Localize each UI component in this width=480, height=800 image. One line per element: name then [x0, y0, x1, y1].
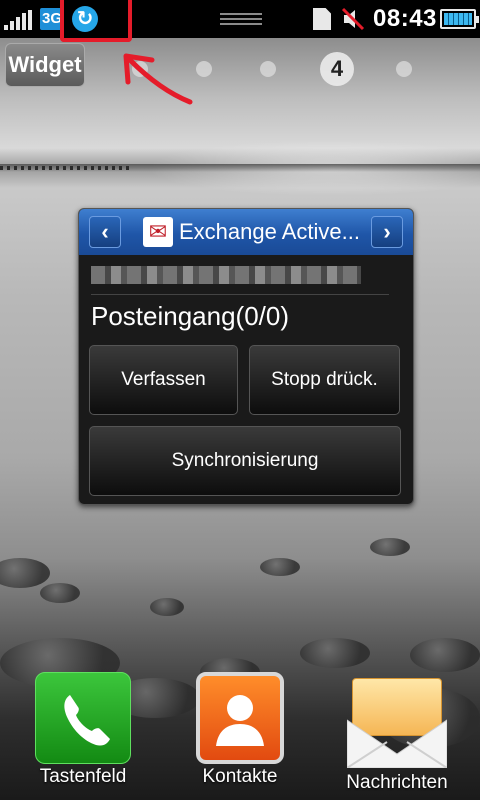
phone-icon[interactable]	[35, 672, 131, 764]
dock-item-phone[interactable]: Tastenfeld	[28, 672, 138, 788]
wallpaper-rock	[300, 638, 370, 668]
battery-icon	[440, 9, 479, 29]
dock-label: Tastenfeld	[39, 766, 127, 787]
wallpaper-rock	[0, 558, 50, 588]
page-indicator-dot[interactable]	[260, 61, 276, 77]
page-indicator-current[interactable]: 4	[320, 52, 354, 86]
annotation-arrow	[123, 53, 193, 105]
wallpaper-rock	[40, 583, 80, 603]
annotation-box	[60, 0, 132, 42]
divider	[91, 294, 389, 295]
wallpaper-rock	[150, 598, 184, 616]
sd-card-icon	[313, 8, 331, 30]
compose-button[interactable]: Verfassen	[89, 345, 238, 415]
messages-icon-frame	[342, 678, 452, 770]
dock-item-messages[interactable]: Nachrichten	[342, 672, 452, 794]
account-name-blurred	[91, 266, 361, 284]
inbox-label[interactable]: Posteingang(0/0)	[91, 301, 289, 332]
muted-icon	[341, 7, 365, 31]
stop-button[interactable]: Stopp drück.	[249, 345, 400, 415]
widget-button[interactable]: Widget	[5, 43, 85, 87]
exchange-widget-title: Exchange Active...	[179, 219, 360, 244]
sync-button[interactable]: Synchronisierung	[89, 426, 401, 496]
wallpaper-rock	[260, 558, 300, 576]
dock-item-contacts[interactable]: Kontakte	[185, 672, 295, 788]
exchange-logo-icon: ✉	[143, 217, 173, 247]
next-account-button[interactable]: ›	[371, 216, 403, 248]
exchange-widget-header: ‹ ✉ Exchange Active... ›	[79, 209, 413, 255]
wallpaper-rock	[370, 538, 410, 556]
clock: 08:43	[373, 5, 437, 32]
exchange-widget: ‹ ✉ Exchange Active... › Posteingang(0/0…	[78, 208, 414, 505]
page-indicator-dot[interactable]	[396, 61, 412, 77]
prev-account-button[interactable]: ‹	[89, 216, 121, 248]
drag-handle-icon[interactable]	[220, 13, 262, 25]
status-bar: 3G ↻ 08:43	[0, 0, 480, 42]
wallpaper-pier	[0, 166, 130, 170]
dock-label: Kontakte	[202, 766, 278, 787]
contacts-icon[interactable]	[196, 672, 284, 764]
wallpaper-rock	[410, 638, 480, 672]
dock-label: Nachrichten	[346, 772, 448, 793]
envelope-icon	[347, 719, 447, 768]
signal-icon	[4, 10, 34, 30]
